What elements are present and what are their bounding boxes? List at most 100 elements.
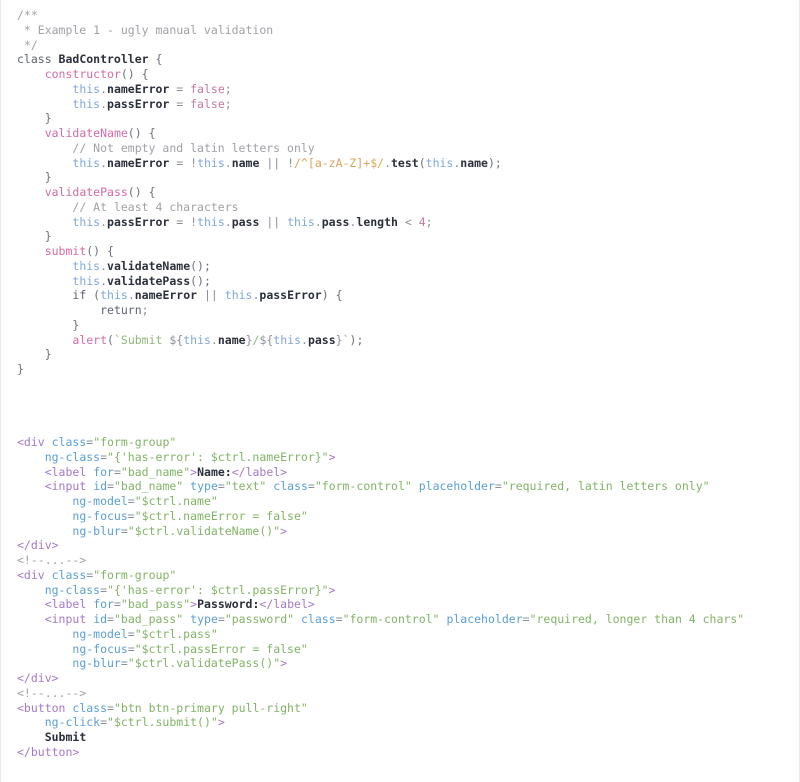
js-code-line: submit() {: [17, 244, 783, 259]
code-token: <!--...-->: [17, 553, 87, 567]
code-token: !: [287, 155, 295, 170]
js-code-line: // At least 4 characters: [17, 200, 783, 215]
code-token: <div: [17, 567, 45, 582]
code-token: }: [17, 317, 80, 332]
code-token: return: [100, 303, 142, 317]
code-token: );: [349, 332, 364, 347]
code-token: <: [397, 214, 419, 229]
js-code-line: /**: [17, 8, 783, 23]
code-token: =: [522, 612, 530, 626]
code-token: </div>: [17, 671, 59, 685]
code-token: ng-model: [72, 494, 128, 508]
code-token: ;: [425, 214, 433, 229]
code-token: <label: [44, 464, 87, 479]
code-token: ();: [190, 258, 211, 273]
code-token: this: [72, 81, 101, 96]
html-code-line: <!--...-->: [17, 686, 783, 701]
code-token: }: [17, 111, 52, 126]
code-token: ||: [259, 214, 288, 229]
html-code-line: <button class="btn btn-primary pull-righ…: [17, 701, 783, 716]
js-code-line: this.nameError = false;: [17, 82, 783, 97]
js-code-line: }: [17, 362, 783, 377]
html-code-line: <input id="bad_name" type="text" class="…: [17, 479, 783, 494]
code-token: "required, latin letters only": [501, 479, 710, 494]
code-token: BadController: [58, 52, 149, 67]
html-code-line: ng-class="{'has-error': $ctrl.nameError}…: [17, 450, 783, 465]
code-token: "$ctrl.validateName()": [127, 523, 281, 538]
code-token: "form-control": [342, 612, 440, 626]
code-token: "bad_pass": [120, 597, 191, 612]
code-token: if: [72, 288, 87, 303]
js-code-line: if (this.nameError || this.passError) {: [17, 288, 783, 303]
code-token: () {: [127, 126, 156, 140]
code-token: class: [72, 700, 108, 715]
code-token: <button: [17, 700, 66, 715]
code-token: ();: [190, 273, 211, 288]
code-token: ng-class: [44, 582, 101, 597]
code-token: name: [231, 155, 260, 170]
code-token: >: [328, 582, 336, 597]
code-token: this: [224, 288, 253, 303]
code-token: pass: [321, 214, 350, 229]
code-token: () {: [120, 67, 149, 81]
code-token: class: [51, 567, 87, 582]
js-code-line: }: [17, 318, 783, 333]
code-token: .: [224, 214, 232, 229]
code-token: "bad_name": [120, 464, 191, 479]
code-token: this: [197, 214, 225, 229]
code-token: this: [72, 273, 101, 288]
code-token: =: [107, 612, 114, 626]
code-token: =: [127, 626, 135, 641]
code-token: Submit: [120, 332, 170, 347]
code-token: =: [307, 479, 315, 494]
code-token: validateName: [107, 258, 191, 273]
code-token: <input: [44, 612, 87, 626]
code-token: "password": [224, 612, 295, 626]
code-token: =: [127, 508, 135, 523]
js-code-line: return;: [17, 303, 783, 318]
code-token: =: [100, 715, 108, 730]
code-token: name: [217, 332, 246, 347]
code-token: "bad_pass": [113, 612, 184, 626]
code-token: submit: [44, 244, 87, 258]
code-token: >: [280, 523, 288, 538]
code-token: "$ctrl.pass": [134, 626, 218, 641]
code-token: "$ctrl.nameError = false": [134, 508, 308, 523]
code-token: =: [217, 612, 225, 626]
code-token: =: [494, 479, 502, 494]
html-code-line: ng-model="$ctrl.name": [17, 494, 783, 509]
code-token: ) {: [321, 288, 343, 303]
code-token: "$ctrl.submit()": [107, 715, 218, 730]
code-token: this: [197, 155, 225, 170]
html-code-line: <div class="form-group": [17, 568, 783, 583]
code-token: .: [224, 155, 232, 170]
html-code-line: <!--...-->: [17, 553, 783, 568]
html-code-line: ng-blur="$ctrl.validateName()">: [17, 524, 783, 539]
code-token: nameError: [107, 81, 170, 96]
code-token: =: [127, 494, 135, 508]
code-token: =: [100, 582, 108, 597]
code-token: this: [100, 288, 128, 303]
js-code-line: }: [17, 229, 783, 244]
code-token: nameError: [134, 288, 198, 303]
code-token: passError: [107, 214, 170, 229]
code-token: );: [487, 155, 502, 170]
code-token: `: [342, 332, 350, 347]
code-token: =: [217, 479, 225, 494]
code-token: .: [301, 332, 308, 347]
code-token: =: [100, 449, 108, 464]
